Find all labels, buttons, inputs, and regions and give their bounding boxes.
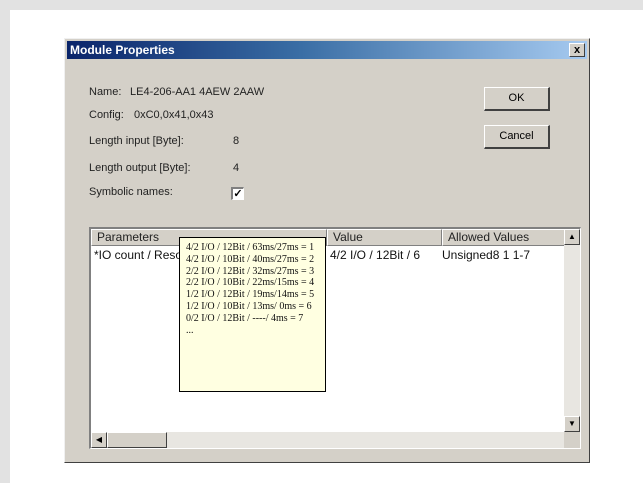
length-input-label: Length input [Byte]: [89,135,184,147]
frame-top-border [0,0,643,10]
checkmark-icon: ✓ [233,188,243,200]
horizontal-scroll-thumb[interactable] [107,432,167,448]
tooltip-line: 4/2 I/O / 10Bit / 40ms/27ms = 2 [186,253,315,265]
scrollbar-corner [564,432,580,448]
column-header-allowed-values[interactable]: Allowed Values [442,229,565,246]
tooltip-line: 1/2 I/O / 10Bit / 13ms/ 0ms = 6 [186,300,312,312]
scroll-down-button[interactable]: ▼ [564,416,580,432]
tooltip-line: ... [186,324,194,336]
tooltip-line: 1/2 I/O / 12Bit / 19ms/14ms = 5 [186,289,315,301]
tooltip-line: 4/2 I/O / 12Bit / 63ms/27ms = 1 [186,242,315,253]
cancel-button[interactable]: Cancel [484,125,550,149]
module-properties-dialog: Module Properties x Name: LE4-206-AA1 4A… [64,38,590,463]
dialog-title: Module Properties [70,43,175,57]
scroll-left-button[interactable]: ◀ [91,432,107,448]
arrow-left-icon: ◀ [95,435,103,444]
close-button[interactable]: x [569,43,585,57]
symbolic-names-checkbox[interactable]: ✓ [231,187,244,200]
title-bar: Module Properties x [67,41,587,59]
allowed-values-tooltip: 4/2 I/O / 12Bit / 63ms/27ms = 1 4/2 I/O … [179,237,326,392]
name-label: Name: [89,86,122,98]
length-output-label: Length output [Byte]: [89,162,191,174]
horizontal-scrollbar[interactable]: ◀ [91,432,564,448]
length-output-value: 4 [233,162,240,174]
arrow-up-icon: ▲ [568,232,576,241]
tooltip-line: 0/2 I/O / 12Bit / ----/ 4ms = 7 [186,312,304,324]
length-input-value: 8 [233,135,240,147]
config-value: 0xC0,0x41,0x43 [134,109,214,121]
ok-button[interactable]: OK [484,87,550,111]
tooltip-line: 2/2 I/O / 10Bit / 22ms/15ms = 4 [186,277,315,289]
tooltip-line: 2/2 I/O / 12Bit / 32ms/27ms = 3 [186,265,315,277]
row-value: 4/2 I/O / 12Bit / 6 [330,248,421,262]
config-label: Config: [89,109,124,121]
name-value: LE4-206-AA1 4AEW 2AAW [130,86,265,98]
column-header-value[interactable]: Value [327,229,442,246]
scroll-up-button[interactable]: ▲ [564,229,580,245]
vertical-scrollbar[interactable]: ▲ ▼ [564,229,580,432]
row-allowed-values: Unsigned8 1 1-7 [442,248,531,262]
arrow-down-icon: ▼ [568,419,576,428]
symbolic-names-label: Symbolic names: [89,186,173,198]
frame-left-border [0,0,10,483]
parameters-grid[interactable]: Parameters Value Allowed Values *IO coun… [89,227,581,449]
close-icon: x [573,44,581,56]
